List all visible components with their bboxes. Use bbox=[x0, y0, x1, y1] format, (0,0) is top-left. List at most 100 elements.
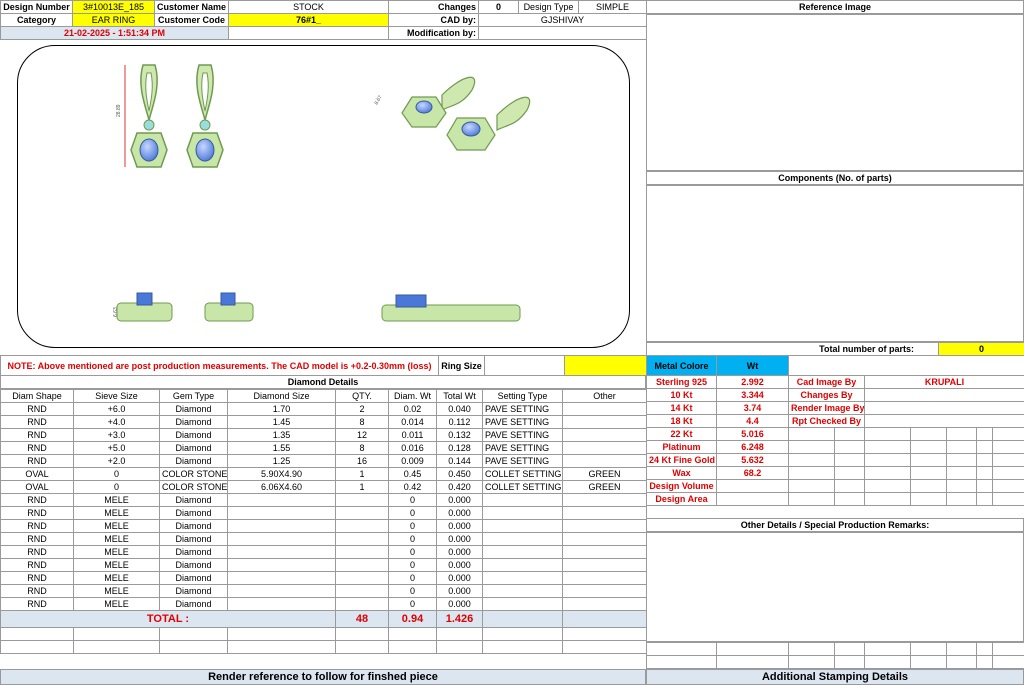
diamond-cell[interactable]: 0.02 bbox=[388, 402, 437, 416]
diamond-cell[interactable] bbox=[562, 584, 647, 598]
other-details-area[interactable] bbox=[646, 532, 1024, 642]
diamond-cell[interactable]: OVAL bbox=[0, 467, 74, 481]
diamond-cell[interactable]: MELE bbox=[73, 506, 160, 520]
diamond-cell[interactable]: 1.55 bbox=[227, 441, 336, 455]
diamond-cell[interactable]: 0.009 bbox=[388, 454, 437, 468]
diamond-cell[interactable]: 1.25 bbox=[227, 454, 336, 468]
diamond-cell[interactable]: RND bbox=[0, 519, 74, 533]
metal-weight[interactable]: 3.74 bbox=[716, 401, 789, 415]
diamond-cell[interactable]: COLOR STONE bbox=[159, 480, 228, 494]
diamond-cell[interactable]: 0.000 bbox=[436, 597, 483, 611]
diamond-cell[interactable]: +2.0 bbox=[73, 454, 160, 468]
diamond-cell[interactable]: RND bbox=[0, 558, 74, 572]
diamond-cell[interactable] bbox=[482, 571, 563, 585]
diamond-cell[interactable]: 0.014 bbox=[388, 415, 437, 429]
metal-weight[interactable]: 4.4 bbox=[716, 414, 789, 428]
diamond-cell[interactable] bbox=[227, 493, 336, 507]
modification-by-value[interactable] bbox=[478, 26, 647, 40]
diamond-cell[interactable]: 6.06X4.60 bbox=[227, 480, 336, 494]
diamond-cell[interactable]: 0 bbox=[73, 467, 160, 481]
metal-weight[interactable]: 5.016 bbox=[716, 427, 789, 441]
diamond-cell[interactable] bbox=[335, 532, 389, 546]
diamond-cell[interactable]: MELE bbox=[73, 597, 160, 611]
diamond-cell[interactable]: 8 bbox=[335, 441, 389, 455]
diamond-cell[interactable]: 12 bbox=[335, 428, 389, 442]
diamond-cell[interactable] bbox=[227, 571, 336, 585]
diamond-cell[interactable]: RND bbox=[0, 532, 74, 546]
diamond-cell[interactable]: 0.000 bbox=[436, 571, 483, 585]
diamond-cell[interactable]: 0 bbox=[388, 558, 437, 572]
diamond-cell[interactable] bbox=[335, 545, 389, 559]
diamond-cell[interactable] bbox=[335, 597, 389, 611]
category-value[interactable]: EAR RING bbox=[72, 13, 155, 27]
diamond-cell[interactable]: 8 bbox=[335, 415, 389, 429]
diamond-cell[interactable]: MELE bbox=[73, 493, 160, 507]
diamond-cell[interactable] bbox=[482, 493, 563, 507]
diamond-cell[interactable]: Diamond bbox=[159, 545, 228, 559]
diamond-cell[interactable] bbox=[335, 493, 389, 507]
diamond-cell[interactable] bbox=[562, 493, 647, 507]
diamond-cell[interactable]: 2 bbox=[335, 402, 389, 416]
diamond-cell[interactable]: Diamond bbox=[159, 428, 228, 442]
diamond-cell[interactable]: COLOR STONE bbox=[159, 467, 228, 481]
diamond-cell[interactable]: RND bbox=[0, 545, 74, 559]
diamond-cell[interactable]: Diamond bbox=[159, 519, 228, 533]
role-value[interactable] bbox=[864, 388, 1024, 402]
diamond-cell[interactable] bbox=[562, 519, 647, 533]
diamond-cell[interactable] bbox=[227, 597, 336, 611]
role-value[interactable]: KRUPALI bbox=[864, 375, 1024, 389]
diamond-cell[interactable] bbox=[482, 545, 563, 559]
diamond-cell[interactable]: 0.016 bbox=[388, 441, 437, 455]
diamond-cell[interactable]: RND bbox=[0, 571, 74, 585]
diamond-cell[interactable] bbox=[227, 532, 336, 546]
design-number-value[interactable]: 3#10013E_185 bbox=[72, 0, 155, 14]
diamond-cell[interactable] bbox=[227, 519, 336, 533]
diamond-cell[interactable] bbox=[335, 584, 389, 598]
diamond-cell[interactable]: 0 bbox=[388, 519, 437, 533]
diamond-cell[interactable]: 0 bbox=[388, 493, 437, 507]
diamond-cell[interactable]: RND bbox=[0, 428, 74, 442]
diamond-cell[interactable] bbox=[335, 506, 389, 520]
diamond-cell[interactable]: 1.45 bbox=[227, 415, 336, 429]
diamond-cell[interactable]: 0.000 bbox=[436, 558, 483, 572]
diamond-cell[interactable]: 1.70 bbox=[227, 402, 336, 416]
metal-weight[interactable]: 6.248 bbox=[716, 440, 789, 454]
diamond-cell[interactable]: PAVE SETTING bbox=[482, 402, 563, 416]
diamond-cell[interactable]: 0 bbox=[73, 480, 160, 494]
diamond-cell[interactable]: 1.35 bbox=[227, 428, 336, 442]
diamond-cell[interactable] bbox=[335, 571, 389, 585]
diamond-cell[interactable]: 0.040 bbox=[436, 402, 483, 416]
diamond-cell[interactable]: MELE bbox=[73, 545, 160, 559]
diamond-cell[interactable] bbox=[562, 597, 647, 611]
diamond-cell[interactable]: Diamond bbox=[159, 597, 228, 611]
diamond-cell[interactable]: RND bbox=[0, 402, 74, 416]
diamond-cell[interactable] bbox=[227, 584, 336, 598]
diamond-cell[interactable] bbox=[482, 584, 563, 598]
diamond-cell[interactable]: +3.0 bbox=[73, 428, 160, 442]
diamond-cell[interactable]: Diamond bbox=[159, 558, 228, 572]
diamond-cell[interactable] bbox=[482, 506, 563, 520]
diamond-cell[interactable]: Diamond bbox=[159, 506, 228, 520]
diamond-cell[interactable]: 0.128 bbox=[436, 441, 483, 455]
diamond-cell[interactable] bbox=[482, 532, 563, 546]
diamond-cell[interactable] bbox=[227, 506, 336, 520]
diamond-cell[interactable]: COLLET SETTING bbox=[482, 480, 563, 494]
diamond-cell[interactable]: RND bbox=[0, 441, 74, 455]
diamond-cell[interactable]: 0.420 bbox=[436, 480, 483, 494]
diamond-cell[interactable]: Diamond bbox=[159, 441, 228, 455]
diamond-cell[interactable]: Diamond bbox=[159, 571, 228, 585]
metal-weight[interactable] bbox=[716, 479, 789, 493]
diamond-cell[interactable]: GREEN bbox=[562, 480, 647, 494]
diamond-cell[interactable] bbox=[482, 558, 563, 572]
diamond-cell[interactable]: 0 bbox=[388, 584, 437, 598]
diamond-cell[interactable] bbox=[562, 558, 647, 572]
diamond-cell[interactable]: 0.45 bbox=[388, 467, 437, 481]
total-parts-value[interactable]: 0 bbox=[938, 342, 1024, 356]
diamond-cell[interactable]: 0.132 bbox=[436, 428, 483, 442]
diamond-cell[interactable]: 0.000 bbox=[436, 532, 483, 546]
diamond-cell[interactable]: 0.000 bbox=[436, 584, 483, 598]
diamond-cell[interactable]: RND bbox=[0, 584, 74, 598]
diamond-cell[interactable]: RND bbox=[0, 454, 74, 468]
diamond-cell[interactable] bbox=[227, 558, 336, 572]
role-value[interactable] bbox=[864, 401, 1024, 415]
